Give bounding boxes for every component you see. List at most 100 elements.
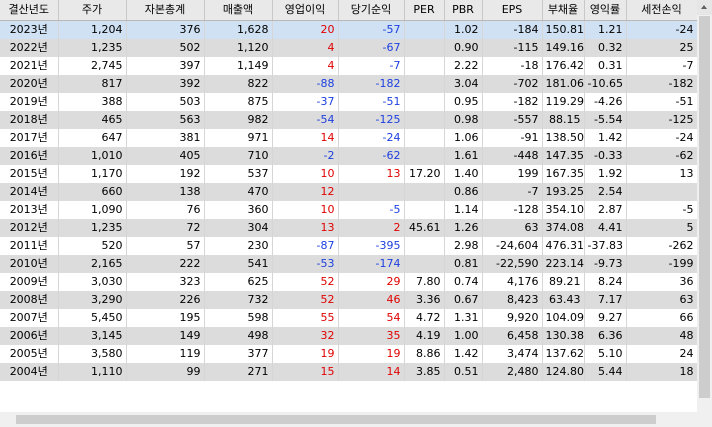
column-header[interactable]: 자본총계	[126, 0, 205, 21]
table-cell: -67	[338, 39, 405, 57]
column-header[interactable]: 영업이익	[272, 0, 339, 21]
table-cell: 66	[626, 309, 697, 327]
table-cell: -125	[626, 111, 697, 129]
table-row[interactable]: 2017년 647 381 971 14 -24 1.06 -91 138.50 1.42 -24	[0, 129, 697, 147]
year-cell: 2004년	[0, 363, 59, 381]
table-cell: 14	[272, 129, 339, 147]
table-cell: -51	[338, 93, 405, 111]
table-cell: 0.51	[444, 363, 483, 381]
table-cell: 192	[126, 165, 205, 183]
year-cell: 2009년	[0, 273, 59, 291]
table-row[interactable]: 2021년 2,745 397 1,149 4 -7 2.22 -18 176.42 0.31 -7	[0, 57, 697, 75]
table-cell: -182	[626, 75, 697, 93]
table-cell: 1.61	[444, 147, 483, 165]
table-cell	[404, 255, 445, 273]
table-cell: 7.17	[584, 291, 627, 309]
table-row[interactable]: 2009년 3,030 323 625 52 29 7.80 0.74 4,176 89.21 8.…	[0, 273, 697, 291]
table-cell: 1.00	[444, 327, 483, 345]
column-header[interactable]: 영익률	[584, 0, 627, 21]
table-cell: -62	[338, 147, 405, 165]
table-cell	[404, 93, 445, 111]
table-row[interactable]: 2020년 817 392 822 -88 -182 3.04 -702 181.06 -10.6…	[0, 75, 697, 93]
table-cell: -53	[272, 255, 339, 273]
table-cell: 5.44	[584, 363, 627, 381]
table-row[interactable]: 2006년 3,145 149 498 32 35 4.19 1.00 6,458 130.38 6…	[0, 327, 697, 345]
table-cell: 465	[58, 111, 127, 129]
column-header[interactable]: 세전손익	[626, 0, 697, 21]
table-cell: 167.35	[542, 165, 585, 183]
scroll-up-arrow-icon[interactable]	[697, 0, 712, 15]
table-cell: 176.42	[542, 57, 585, 75]
table-row[interactable]: 2007년 5,450 195 598 55 54 4.72 1.31 9,920 104.09 9…	[0, 309, 697, 327]
table-cell: 0.86	[444, 183, 483, 201]
table-cell	[404, 183, 445, 201]
table-row[interactable]: 2008년 3,290 226 732 52 46 3.36 0.67 8,423 63.43 7.…	[0, 291, 697, 309]
table-cell: 223.14	[542, 255, 585, 273]
table-cell: -24	[626, 20, 697, 39]
table-cell: -5	[338, 201, 405, 219]
table-row[interactable]: 2004년 1,110 99 271 15 14 3.85 0.51 2,480 124.80 5.…	[0, 363, 697, 381]
table-row[interactable]: 2018년 465 563 982 -54 -125 0.98 -557 88.15 -5.54-…	[0, 111, 697, 129]
table-cell: 476.31	[542, 237, 585, 255]
column-header[interactable]: 결산년도	[0, 0, 59, 21]
table-cell: 397	[126, 57, 205, 75]
table-cell: 541	[204, 255, 273, 273]
table-cell: 1,170	[58, 165, 127, 183]
table-cell: 104.09	[542, 309, 585, 327]
table-cell: 520	[58, 237, 127, 255]
table-cell: -91	[482, 129, 543, 147]
table-row[interactable]: 2014년 660 138 470 12 0.86 -7 193.25 2.54	[0, 183, 697, 201]
column-header[interactable]: PER	[404, 0, 445, 21]
horizontal-scroll-thumb[interactable]	[16, 415, 656, 424]
column-header[interactable]: 매출액	[204, 0, 273, 21]
table-cell: 9.27	[584, 309, 627, 327]
table-cell: 323	[126, 273, 205, 291]
table-row[interactable]: 2005년 3,580 119 377 19 19 8.86 1.42 3,474 137.62 5…	[0, 345, 697, 363]
table-row[interactable]: 2012년 1,235 72 304 13 2 45.61 1.26 63 374.08 4.41 5	[0, 219, 697, 237]
table-cell: 1,204	[58, 20, 127, 39]
table-cell: 503	[126, 93, 205, 111]
table-row[interactable]: 2019년 388 503 875 -37 -51 0.95 -182 119.29 -4.26-…	[0, 93, 697, 111]
year-cell: 2013년	[0, 201, 59, 219]
table-cell: 193.25	[542, 183, 585, 201]
table-cell: -7	[338, 57, 405, 75]
table-cell: 8.24	[584, 273, 627, 291]
table-cell: 1.14	[444, 201, 483, 219]
table-cell: 4	[272, 39, 339, 57]
table-cell: 13	[338, 165, 405, 183]
vertical-scroll-thumb[interactable]	[699, 16, 710, 398]
year-cell: 2021년	[0, 57, 59, 75]
table-cell: 1.26	[444, 219, 483, 237]
column-header[interactable]: 당기순익	[338, 0, 405, 21]
table-row[interactable]: 2015년 1,170 192 537 10 13 17.20 1.40 199 167.35 1.…	[0, 165, 697, 183]
column-header[interactable]: 주가	[58, 0, 127, 21]
column-header[interactable]: EPS	[482, 0, 543, 21]
table-cell: 138	[126, 183, 205, 201]
table-cell: 10	[272, 201, 339, 219]
table-cell: 99	[126, 363, 205, 381]
table-row[interactable]: 2016년 1,010 405 710 -2 -62 1.61 -448 147.35 -0.33…	[0, 147, 697, 165]
table-cell: 3,580	[58, 345, 127, 363]
table-cell: -4.26	[584, 93, 627, 111]
scrollbar-corner	[697, 412, 712, 427]
table-cell: 32	[272, 327, 339, 345]
vertical-scrollbar[interactable]	[697, 0, 712, 412]
table-cell: -125	[338, 111, 405, 129]
table-cell: 2,745	[58, 57, 127, 75]
table-cell: 377	[204, 345, 273, 363]
table-cell: -24	[626, 129, 697, 147]
table-cell: 388	[58, 93, 127, 111]
column-header[interactable]: 부채율	[542, 0, 585, 21]
table-row[interactable]: 2023년 1,204 376 1,628 20 -57 1.02 -184 150.81 1.2…	[0, 20, 697, 39]
table-cell: 0.90	[444, 39, 483, 57]
table-row[interactable]: 2013년 1,090 76 360 10 -5 1.14 -128 354.10 2.87 -5	[0, 201, 697, 219]
table-row[interactable]: 2010년 2,165 222 541 -53 -174 0.81 -22,590 223.14…	[0, 255, 697, 273]
table-cell: 982	[204, 111, 273, 129]
table-row[interactable]: 2022년 1,235 502 1,120 4 -67 0.90 -115 149.16 0.32…	[0, 39, 697, 57]
horizontal-scrollbar[interactable]	[0, 412, 697, 427]
table-cell: -182	[482, 93, 543, 111]
table-cell: 6,458	[482, 327, 543, 345]
table-row[interactable]: 2011년 520 57 230 -87 -395 2.98 -24,604 476.31 -37…	[0, 237, 697, 255]
year-cell: 2010년	[0, 255, 59, 273]
column-header[interactable]: PBR	[444, 0, 483, 21]
